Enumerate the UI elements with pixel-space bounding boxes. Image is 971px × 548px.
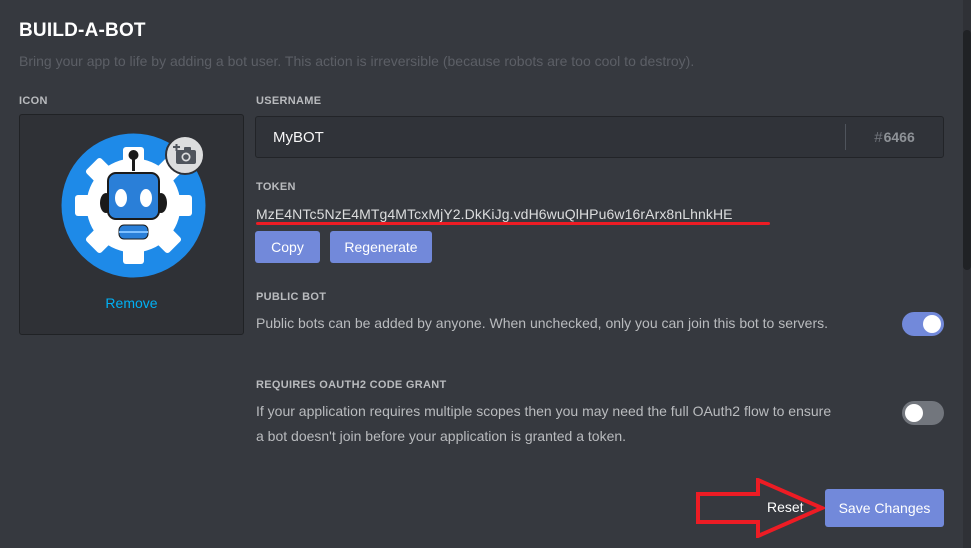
discriminator: # 6466 bbox=[845, 124, 943, 150]
copy-token-button[interactable]: Copy bbox=[255, 231, 320, 263]
username-label: USERNAME bbox=[256, 95, 322, 107]
public-bot-label: PUBLIC BOT bbox=[256, 291, 327, 303]
page-title: BUILD-A-BOT bbox=[19, 20, 146, 41]
discriminator-hash: # bbox=[874, 128, 883, 146]
username-field: # 6466 bbox=[255, 116, 944, 158]
icon-box[interactable]: Remove bbox=[19, 114, 244, 335]
save-changes-button[interactable]: Save Changes bbox=[825, 489, 944, 527]
oauth2-description-line1: If your application requires multiple sc… bbox=[256, 403, 832, 419]
oauth2-toggle[interactable] bbox=[902, 401, 944, 425]
icon-label: ICON bbox=[19, 95, 48, 107]
discriminator-number: 6466 bbox=[883, 129, 915, 145]
oauth2-label: REQUIRES OAUTH2 CODE GRANT bbox=[256, 379, 447, 391]
toggle-knob bbox=[905, 404, 923, 422]
oauth2-description-line2: a bot doesn't join before your applicati… bbox=[256, 428, 627, 444]
scrollbar-thumb[interactable] bbox=[963, 30, 971, 270]
remove-icon-link[interactable]: Remove bbox=[20, 295, 243, 311]
public-bot-description: Public bots can be added by anyone. When… bbox=[256, 315, 829, 331]
regenerate-token-button[interactable]: Regenerate bbox=[330, 231, 432, 263]
public-bot-toggle[interactable] bbox=[902, 312, 944, 336]
token-highlight-underline bbox=[256, 222, 770, 225]
token-label: TOKEN bbox=[256, 181, 296, 193]
token-value[interactable]: MzE4NTc5NzE4MTg4MTcxMjY2.DkKiJg.vdH6wuQl… bbox=[256, 206, 733, 222]
red-arrow-annotation-icon bbox=[696, 478, 827, 538]
toggle-knob bbox=[923, 315, 941, 333]
oauth2-description: If your application requires multiple sc… bbox=[256, 399, 831, 449]
username-input[interactable] bbox=[256, 117, 845, 157]
camera-plus-icon[interactable] bbox=[165, 135, 205, 175]
page-subtitle: Bring your app to life by adding a bot u… bbox=[19, 53, 695, 69]
